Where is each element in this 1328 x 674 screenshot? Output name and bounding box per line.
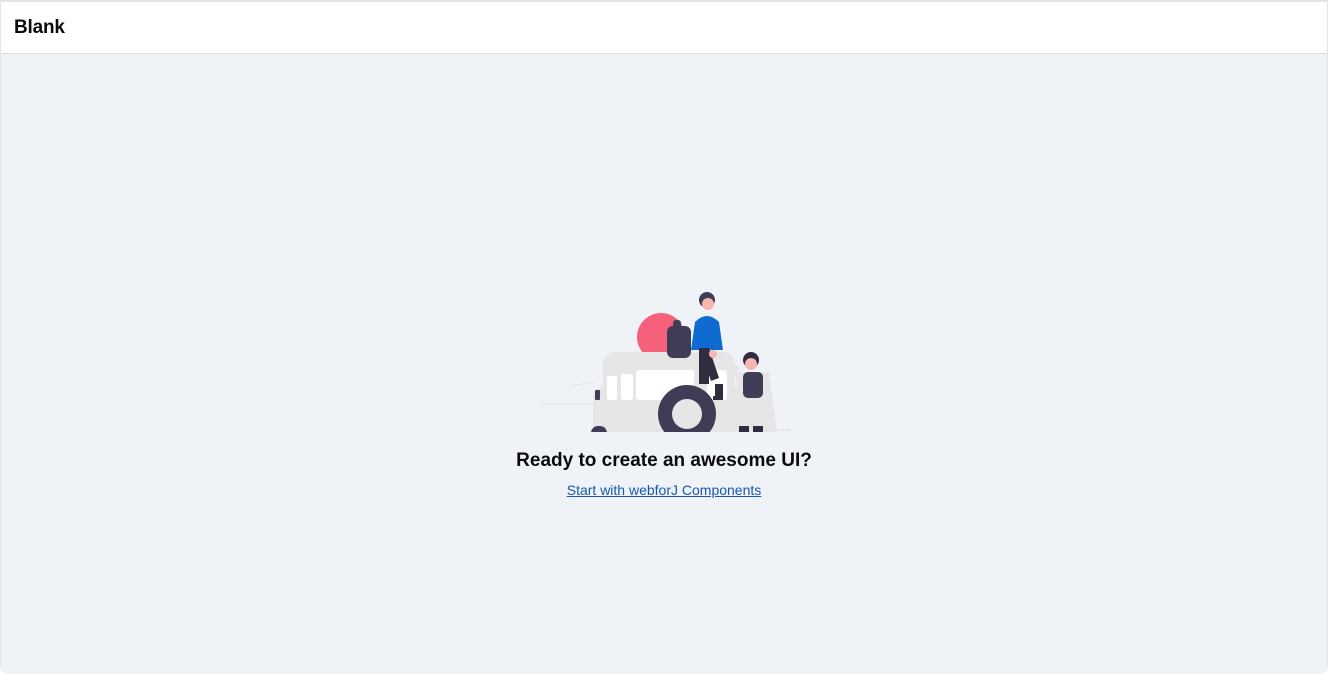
empty-state: Ready to create an awesome UI? Start wit… (1, 54, 1327, 674)
app-window: Blank Ready to create an awesome UI? Sta… (0, 0, 1328, 674)
empty-state-headline: Ready to create an awesome UI? (516, 450, 812, 471)
car-with-people-illustration (541, 292, 791, 432)
app-header: Blank (1, 2, 1327, 54)
page-title: Blank (14, 16, 65, 38)
start-with-components-link[interactable]: Start with webforJ Components (1, 482, 1327, 498)
